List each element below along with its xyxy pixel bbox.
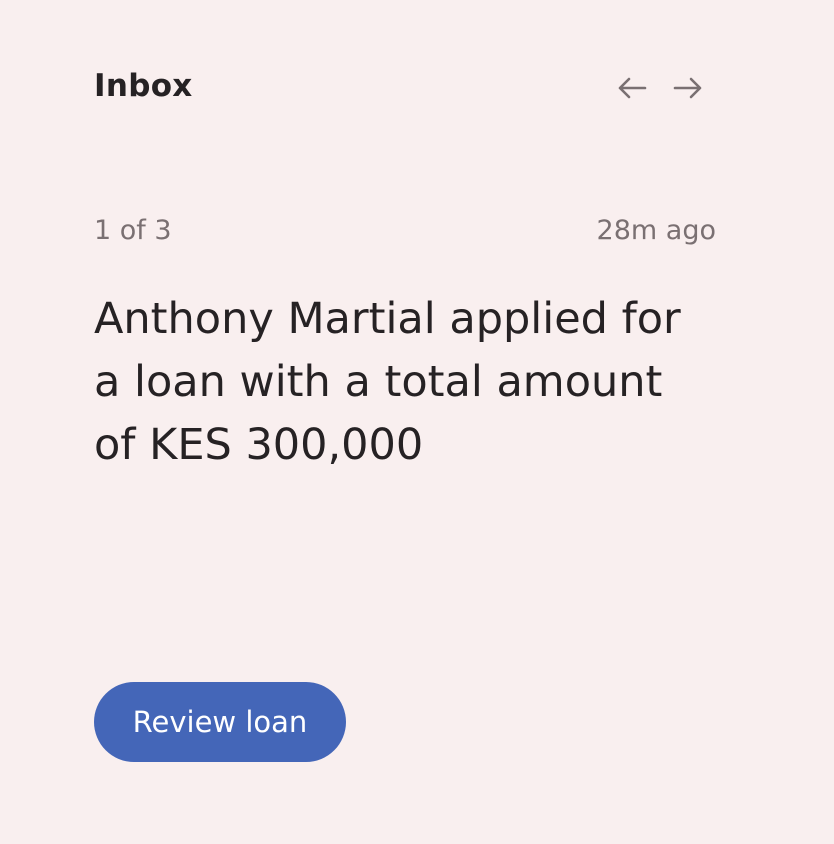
arrow-right-icon — [673, 77, 702, 99]
inbox-navigation — [612, 70, 708, 106]
inbox-card: Inbox 1 of 3 28m ago Anthony Martial app… — [0, 0, 834, 844]
message-position: 1 of 3 — [94, 215, 172, 246]
previous-button[interactable] — [612, 70, 652, 106]
inbox-title: Inbox — [94, 68, 193, 104]
notification-message: Anthony Martial applied for a loan with … — [94, 294, 681, 470]
next-button[interactable] — [668, 70, 708, 106]
review-loan-button[interactable]: Review loan — [94, 682, 346, 762]
message-timestamp: 28m ago — [596, 215, 716, 246]
arrow-left-icon — [618, 77, 647, 99]
